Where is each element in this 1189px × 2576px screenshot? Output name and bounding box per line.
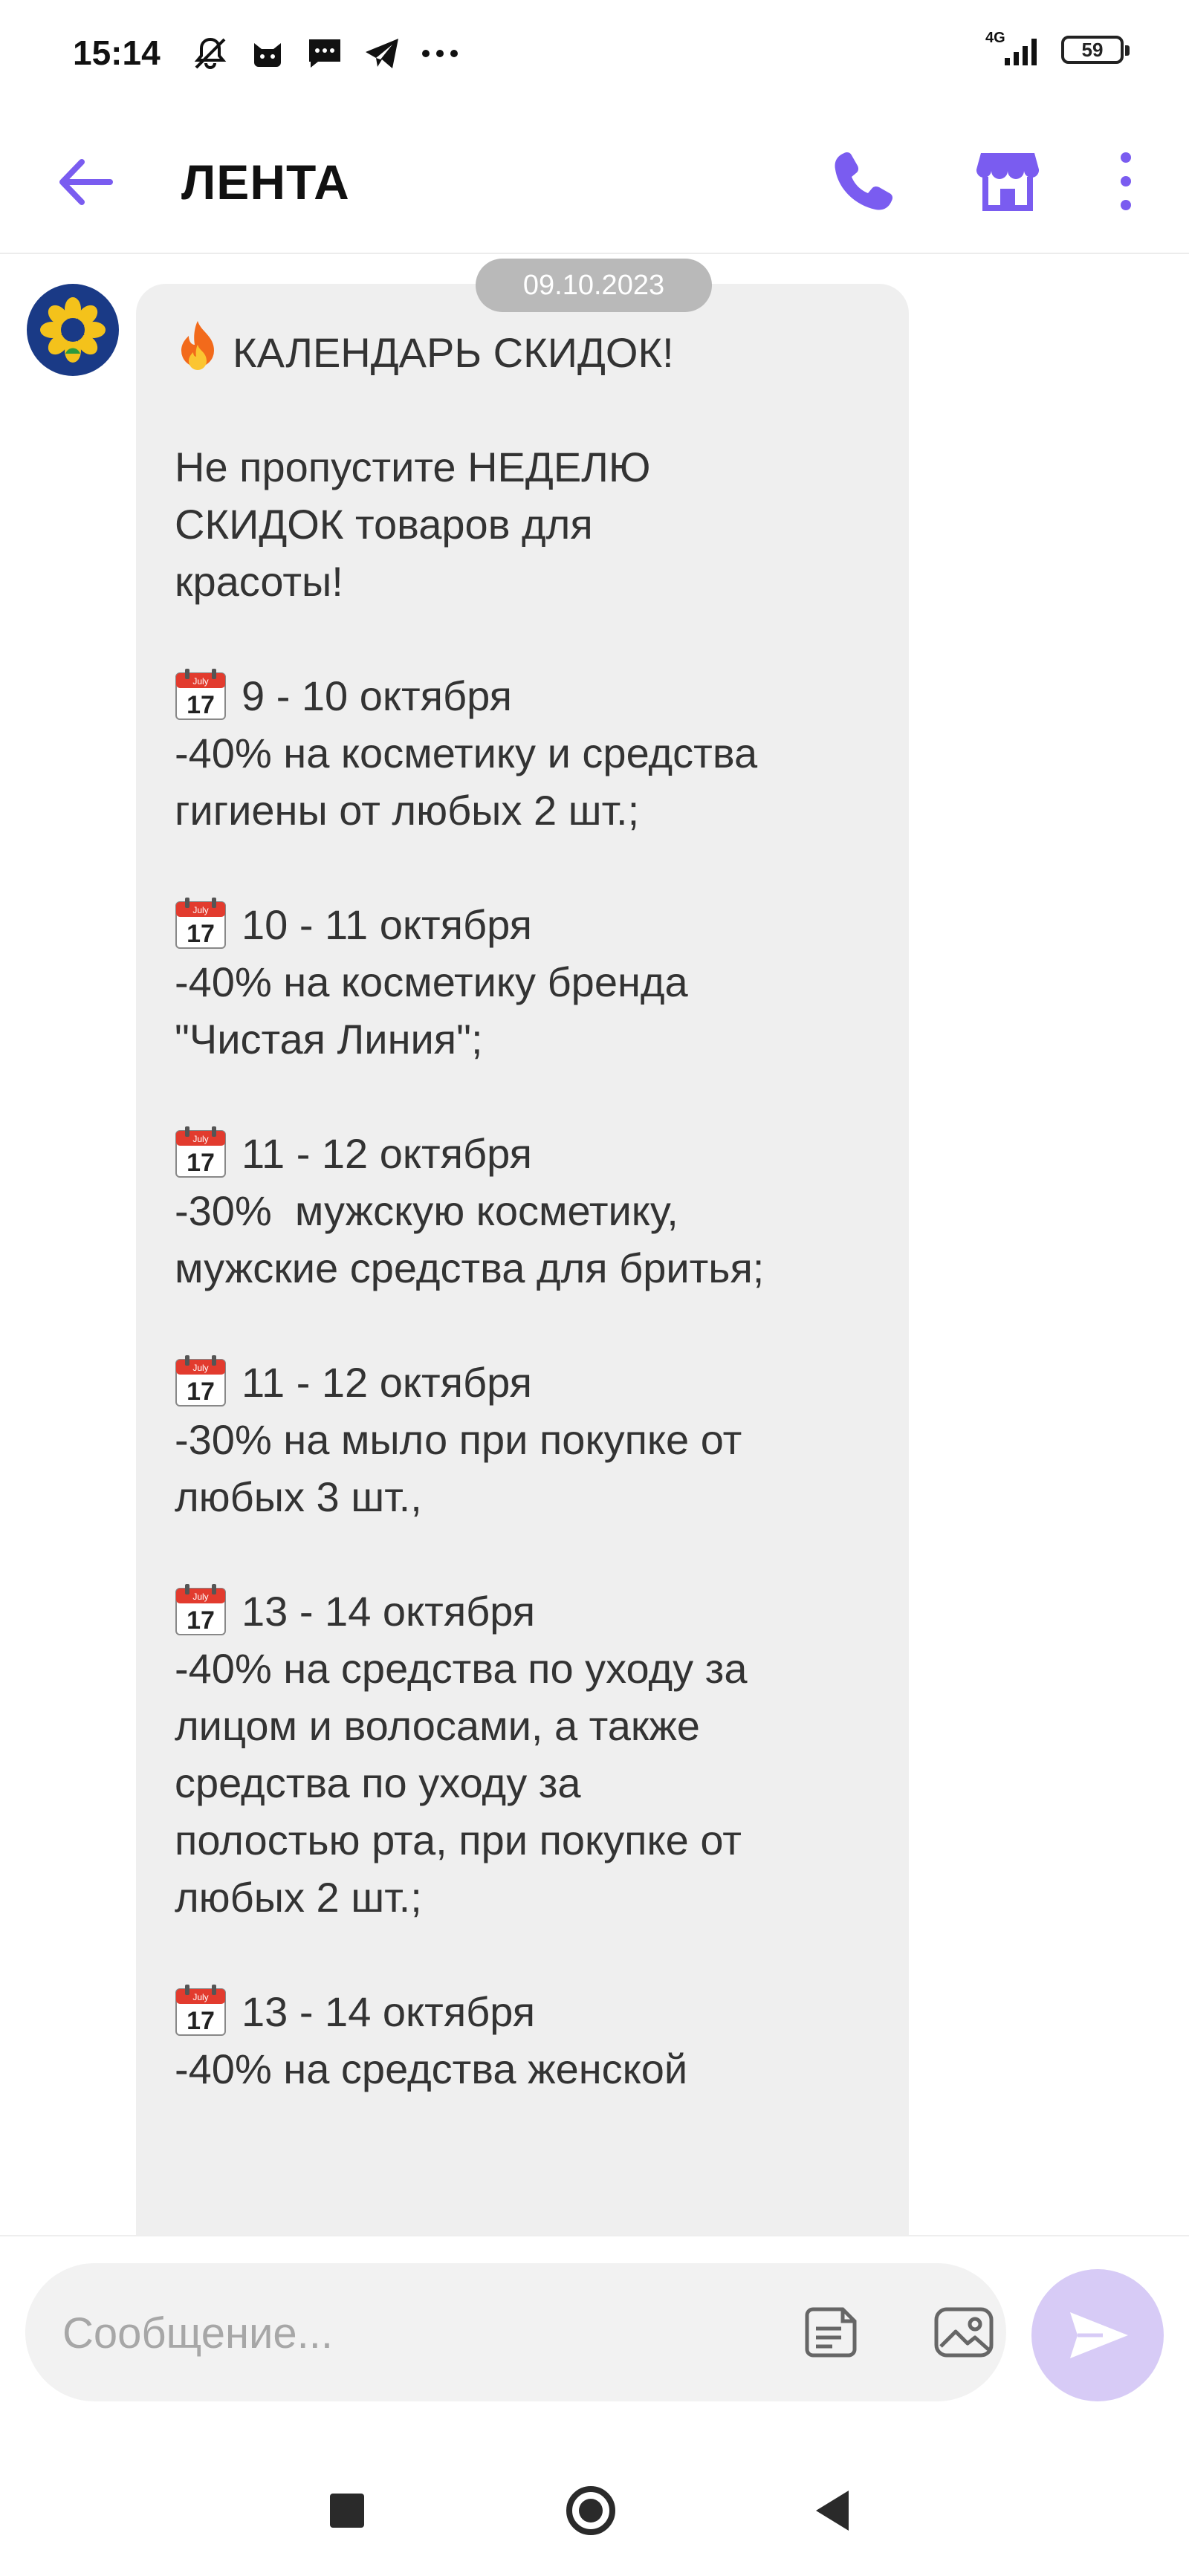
discount-line: -40% на средства по уходу за	[175, 1645, 748, 1692]
svg-text:17: 17	[187, 920, 215, 948]
svg-text:July: July	[192, 676, 208, 687]
system-nav-bar	[0, 2436, 1189, 2576]
send-button[interactable]	[1031, 2269, 1164, 2401]
discount-date-text: 13 - 14 октября	[242, 1988, 536, 2035]
status-notification-icons	[192, 31, 459, 76]
discount-date-text: 10 - 11 октября	[242, 901, 532, 948]
sticker-icon[interactable]	[798, 2299, 865, 2366]
home-circle-icon[interactable]	[566, 2486, 615, 2535]
fire-emoji-icon	[181, 321, 214, 370]
discount-line: -30% мужскую косметику,	[175, 1187, 678, 1234]
discount-line: полостью рта, при покупке от	[175, 1817, 742, 1863]
status-system-icons: 4G 59	[985, 30, 1130, 68]
svg-text:17: 17	[187, 1378, 215, 1406]
intro-line: СКИДОК товаров для	[175, 501, 593, 548]
sunflower-logo-icon	[40, 297, 106, 363]
calendar-icon: July 17	[175, 1584, 227, 1636]
message-input-container[interactable]	[25, 2263, 1006, 2403]
discount-date-text: 9 - 10 октября	[242, 672, 512, 719]
discount-line: "Чистая Линия";	[175, 1016, 483, 1062]
discount-line: средства по уходу за	[175, 1759, 581, 1806]
discount-date-text: 13 - 14 октября	[242, 1588, 536, 1635]
signal-icon: 4G	[985, 30, 1045, 68]
calendar-icon: July 17	[175, 669, 227, 721]
send-icon	[1070, 2312, 1128, 2358]
gallery-icon[interactable]	[930, 2299, 997, 2366]
svg-text:17: 17	[187, 2007, 215, 2035]
intro-line: красоты!	[175, 558, 343, 605]
back-arrow-icon[interactable]	[52, 149, 119, 215]
discount-date: July 17 10 - 11 октября	[175, 896, 870, 953]
svg-text:July: July	[192, 1134, 208, 1144]
discount-line: лицом и волосами, а также	[175, 1702, 700, 1749]
svg-text:July: July	[192, 1363, 208, 1373]
kebab-menu-icon[interactable]	[1107, 146, 1144, 217]
message-title: КАЛЕНДАРЬ СКИДОК!	[175, 319, 870, 381]
status-bar: 15:14 4G 59	[0, 0, 1189, 111]
svg-text:July: July	[192, 1592, 208, 1602]
discount-line: -40% на средства женской	[175, 2045, 688, 2092]
sms-icon	[309, 39, 340, 68]
svg-text:17: 17	[187, 1149, 215, 1177]
more-dots-icon	[422, 50, 458, 57]
status-time: 15:14	[73, 33, 161, 72]
network-type: 4G	[985, 30, 1005, 46]
message-title-text: КАЛЕНДАРЬ СКИДОК!	[233, 329, 674, 376]
svg-text:July: July	[192, 905, 208, 915]
discount-line: гигиены от любых 2 шт.;	[175, 787, 640, 834]
discount-line: любых 2 шт.;	[175, 1874, 422, 1921]
discount-date: July 17 9 - 10 октября	[175, 667, 870, 724]
chat-area[interactable]: 09.10.2023 КАЛЕНДАРЬ СКИДОК! Не пропусти…	[0, 254, 1189, 2235]
discount-line: мужские средства для бритья;	[175, 1245, 765, 1291]
calendar-icon: July 17	[175, 1126, 227, 1178]
telegram-icon	[366, 39, 398, 68]
recents-square-icon[interactable]	[330, 2494, 364, 2528]
calendar-icon: July 17	[175, 898, 227, 950]
calendar-icon: July 17	[175, 1985, 227, 2037]
discount-line: любых 3 шт.,	[175, 1473, 422, 1520]
date-divider: 09.10.2023	[476, 259, 712, 312]
shop-icon[interactable]	[971, 143, 1045, 217]
discount-line: -40% на косметику и средства	[175, 730, 758, 776]
svg-text:July: July	[192, 1992, 208, 2002]
svg-text:17: 17	[187, 1606, 215, 1635]
svg-text:17: 17	[187, 691, 215, 719]
message-input-bar	[0, 2235, 1189, 2437]
discount-date: July 17 11 - 12 октября	[175, 1354, 870, 1411]
discount-date-text: 11 - 12 октября	[242, 1130, 532, 1177]
message-bubble[interactable]: КАЛЕНДАРЬ СКИДОК! Не пропустите НЕДЕЛЮ С…	[136, 284, 909, 2235]
discount-line: -40% на косметику бренда	[175, 958, 688, 1005]
chat-title[interactable]: ЛЕНТА	[181, 141, 350, 223]
bell-off-icon	[194, 37, 227, 69]
discount-line: -30% на мыло при покупке от	[175, 1416, 742, 1463]
discount-date-text: 11 - 12 октября	[242, 1359, 532, 1406]
discount-date: July 17 13 - 14 октября	[175, 1583, 870, 1640]
back-triangle-icon[interactable]	[816, 2491, 849, 2531]
discount-date: July 17 13 - 14 октября	[175, 1983, 870, 2040]
intro-line: Не пропустите НЕДЕЛЮ	[175, 444, 651, 490]
calendar-icon: July 17	[175, 1355, 227, 1407]
discount-date: July 17 11 - 12 октября	[175, 1125, 870, 1182]
cat-icon	[254, 43, 281, 67]
phone-icon[interactable]	[826, 146, 898, 217]
battery-icon: 59	[1061, 36, 1130, 64]
message-input[interactable]	[61, 2263, 770, 2403]
chat-header: ЛЕНТА	[0, 111, 1189, 254]
battery-level: 59	[1081, 38, 1104, 61]
avatar[interactable]	[27, 284, 119, 376]
